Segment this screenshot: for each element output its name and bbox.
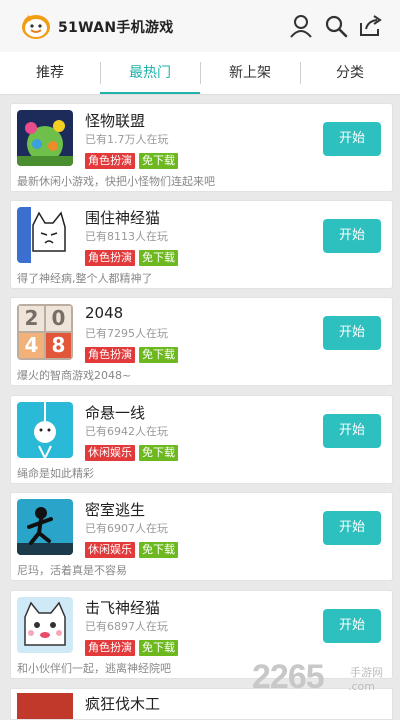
- tag-group: 休闲娱乐 免下载: [85, 441, 182, 461]
- genre-badge: 角色扮演: [85, 640, 135, 656]
- player-count: 已有7295人在玩: [85, 327, 168, 340]
- game-description: 最新休闲小游戏，快把小怪物们连起来吧: [17, 175, 215, 188]
- game-title: 击飞神经猫: [85, 599, 161, 617]
- game-description: 和小伙伴们一起，逃离神经院吧: [17, 662, 171, 675]
- tab-new-releases[interactable]: 新上架: [200, 52, 300, 94]
- tag-group: 角色扮演 免下载: [85, 246, 182, 266]
- game-thumbnail[interactable]: [17, 402, 73, 458]
- game-card[interactable]: 命悬一线 已有6942人在玩 休闲娱乐 免下载 绳命是如此精彩 开始: [10, 395, 393, 484]
- player-count: 已有6897人在玩: [85, 620, 168, 633]
- game-thumbnail[interactable]: [17, 110, 73, 166]
- lumberjack-thumbnail-icon: [17, 693, 73, 719]
- tag-group: 角色扮演 免下载: [85, 343, 182, 363]
- game-card[interactable]: 怪物联盟 已有1.7万人在玩 角色扮演 免下载 最新休闲小游戏，快把小怪物们连起来…: [10, 103, 393, 192]
- no-download-badge: 免下载: [139, 445, 178, 461]
- game-card[interactable]: 2 0 4 8 2048 已有7295人在玩 角色扮演 免下载 爆火的智商游戏20…: [10, 297, 393, 386]
- tab-hottest[interactable]: 最热门: [100, 52, 200, 94]
- player-count: 已有1.7万人在玩: [85, 133, 169, 146]
- no-download-badge: 免下载: [139, 347, 178, 363]
- genre-badge: 角色扮演: [85, 153, 135, 169]
- genre-badge: 休闲娱乐: [85, 542, 135, 558]
- genre-badge: 休闲娱乐: [85, 445, 135, 461]
- tag-group: 角色扮演 免下载: [85, 636, 182, 656]
- brand-title: 51WAN手机游戏: [58, 20, 174, 36]
- start-button[interactable]: 开始: [323, 219, 381, 253]
- no-download-badge: 免下载: [139, 542, 178, 558]
- game-thumbnail[interactable]: 2 0 4 8: [17, 304, 73, 360]
- tab-recommend[interactable]: 推荐: [0, 52, 100, 94]
- genre-badge: 角色扮演: [85, 347, 135, 363]
- tag-group: 角色扮演 免下载: [85, 149, 182, 169]
- site-watermark: 2265 手游网 .com: [252, 658, 398, 700]
- watermark-url: .com: [348, 680, 375, 693]
- tile: 0: [46, 306, 71, 331]
- hanging-thumbnail-icon: [17, 402, 73, 458]
- tile: 8: [46, 333, 71, 358]
- game-thumbnail[interactable]: [17, 207, 73, 263]
- app-header: 51WAN手机游戏: [0, 0, 400, 53]
- player-count: 已有8113人在玩: [85, 230, 168, 243]
- tile: 2: [19, 306, 44, 331]
- game-title: 疯狂伐木工: [85, 695, 161, 713]
- game-title: 密室逃生: [85, 501, 146, 519]
- game-title: 围住神经猫: [85, 209, 161, 227]
- game-description: 尼玛，活着真是不容易: [17, 564, 127, 577]
- start-button[interactable]: 开始: [323, 414, 381, 448]
- tab-categories[interactable]: 分类: [300, 52, 400, 94]
- escape-room-thumbnail-icon: [17, 499, 73, 555]
- start-button[interactable]: 开始: [323, 511, 381, 545]
- game-description: 爆火的智商游戏2048~: [17, 369, 132, 382]
- genre-badge: 角色扮演: [85, 250, 135, 266]
- game-title: 2048: [85, 304, 124, 322]
- no-download-badge: 免下载: [139, 640, 178, 656]
- tile: 4: [19, 333, 44, 358]
- category-tabs: 推荐 最热门 新上架 分类: [0, 52, 400, 95]
- start-button[interactable]: 开始: [323, 316, 381, 350]
- game-thumbnail[interactable]: [17, 597, 73, 653]
- game-thumbnail[interactable]: [17, 499, 73, 555]
- share-icon[interactable]: [357, 13, 383, 39]
- game-title: 怪物联盟: [85, 112, 146, 130]
- player-count: 已有6942人在玩: [85, 425, 168, 438]
- smiley-logo-icon: [22, 15, 50, 39]
- 2048-thumbnail-icon: 2 0 4 8: [17, 304, 73, 360]
- active-tab-indicator: [100, 92, 200, 94]
- game-description: 得了神经病,整个人都精神了: [17, 272, 153, 285]
- start-button[interactable]: 开始: [323, 122, 381, 156]
- no-download-badge: 免下载: [139, 153, 178, 169]
- game-card[interactable]: 密室逃生 已有6907人在玩 休闲娱乐 免下载 尼玛，活着真是不容易 开始: [10, 492, 393, 581]
- knock-cat-thumbnail-icon: [17, 597, 73, 653]
- game-card[interactable]: 围住神经猫 已有8113人在玩 角色扮演 免下载 得了神经病,整个人都精神了 开始: [10, 200, 393, 289]
- cat-thumbnail-icon: [17, 207, 73, 263]
- player-count: 已有6907人在玩: [85, 522, 168, 535]
- search-icon[interactable]: [323, 13, 349, 39]
- watermark-number: 2265: [252, 658, 325, 696]
- start-button[interactable]: 开始: [323, 609, 381, 643]
- tag-group: 休闲娱乐 免下载: [85, 538, 182, 558]
- game-description: 绳命是如此精彩: [17, 467, 94, 480]
- game-title: 命悬一线: [85, 404, 146, 422]
- no-download-badge: 免下载: [139, 250, 178, 266]
- watermark-site: 手游网: [350, 666, 383, 679]
- monster-alliance-thumbnail-icon: [17, 110, 73, 166]
- user-icon[interactable]: [288, 13, 314, 39]
